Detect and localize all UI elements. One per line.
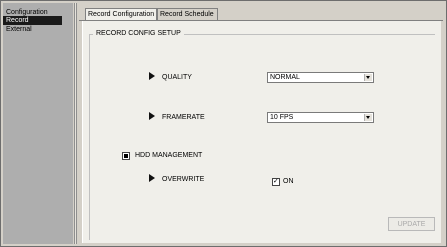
chevron-down-icon[interactable] xyxy=(364,74,372,81)
record-config-panel: RECORD CONFIG SETUP QUALITY NORMAL FRAME… xyxy=(82,21,441,243)
quality-select[interactable]: NORMAL xyxy=(267,72,374,83)
framerate-label: FRAMERATE xyxy=(162,114,205,121)
overwrite-checkbox[interactable] xyxy=(272,176,280,186)
sidebar-item-external[interactable]: External xyxy=(3,25,62,34)
quality-label: QUALITY xyxy=(162,74,192,81)
group-border-left xyxy=(89,34,90,240)
sidebar: Configuration Record External xyxy=(3,3,73,244)
chevron-down-icon[interactable] xyxy=(364,114,372,121)
group-title: RECORD CONFIG SETUP xyxy=(93,29,184,39)
tab-record-configuration[interactable]: Record Configuration xyxy=(85,8,157,20)
quality-arrow-icon xyxy=(149,72,155,80)
hdd-management-checkbox[interactable] xyxy=(122,152,130,160)
framerate-arrow-icon xyxy=(149,112,155,120)
hdd-management-label: HDD MANAGEMENT xyxy=(135,152,203,159)
overwrite-label: OVERWRITE xyxy=(162,176,205,183)
app-window: Configuration Record External Record Con… xyxy=(0,0,447,247)
update-button[interactable]: UPDATE xyxy=(388,217,435,231)
sidebar-splitter[interactable] xyxy=(74,3,77,244)
framerate-select[interactable]: 10 FPS xyxy=(267,112,374,123)
main-area: Record Configuration Record Schedule REC… xyxy=(79,3,443,244)
framerate-value: 10 FPS xyxy=(270,114,294,121)
quality-value: NORMAL xyxy=(270,74,300,81)
overwrite-arrow-icon xyxy=(149,174,155,182)
tab-record-schedule[interactable]: Record Schedule xyxy=(157,8,218,20)
sidebar-item-record[interactable]: Record xyxy=(3,16,62,25)
overwrite-value: ON xyxy=(283,178,294,185)
